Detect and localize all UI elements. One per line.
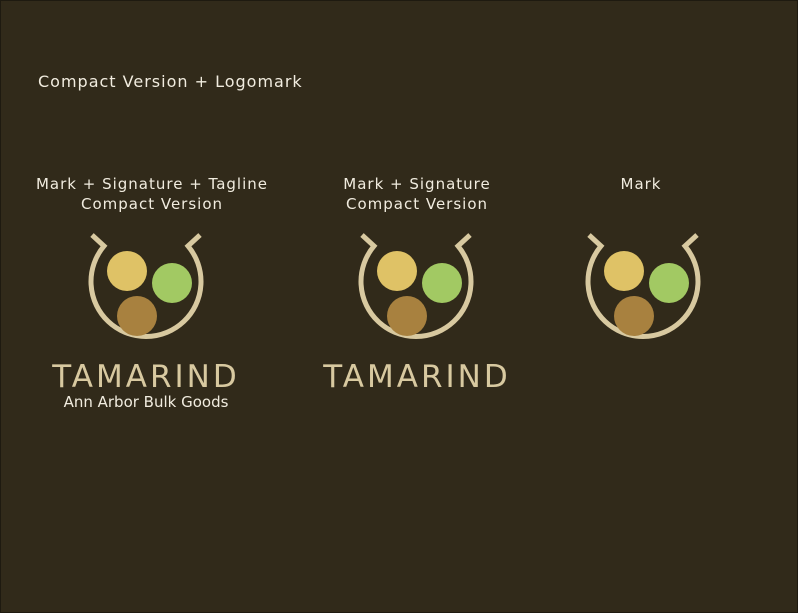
brown-circle — [387, 296, 427, 336]
green-circle — [649, 263, 689, 303]
green-circle — [152, 263, 192, 303]
brown-circle — [117, 296, 157, 336]
logo-sheet: Compact Version + Logomark Mark + Signat… — [0, 0, 798, 613]
tagline: Ann Arbor Bulk Goods — [63, 393, 229, 411]
brown-circle — [614, 296, 654, 336]
green-circle — [422, 263, 462, 303]
caption-line-1: Mark — [620, 175, 662, 193]
variant-caption: Mark — [581, 174, 701, 194]
caption-line-1: Mark + Signature — [343, 175, 491, 193]
tamarind-mark-icon — [88, 233, 204, 339]
yellow-circle — [377, 251, 417, 291]
caption-line-2: Compact Version — [345, 195, 489, 213]
tamarind-mark-icon — [358, 233, 474, 339]
caption-line-2: Compact Version — [80, 195, 224, 213]
variant-caption: Mark + Signature Compact Version — [297, 174, 537, 214]
page-title: Compact Version + Logomark — [38, 72, 303, 91]
wordmark: TAMARIND — [52, 359, 240, 395]
caption-line-1: Mark + Signature + Tagline — [35, 175, 269, 193]
tamarind-mark-icon — [585, 233, 701, 339]
yellow-circle — [107, 251, 147, 291]
wordmark: TAMARIND — [323, 359, 511, 395]
yellow-circle — [604, 251, 644, 291]
variant-caption: Mark + Signature + Tagline Compact Versi… — [32, 174, 272, 214]
